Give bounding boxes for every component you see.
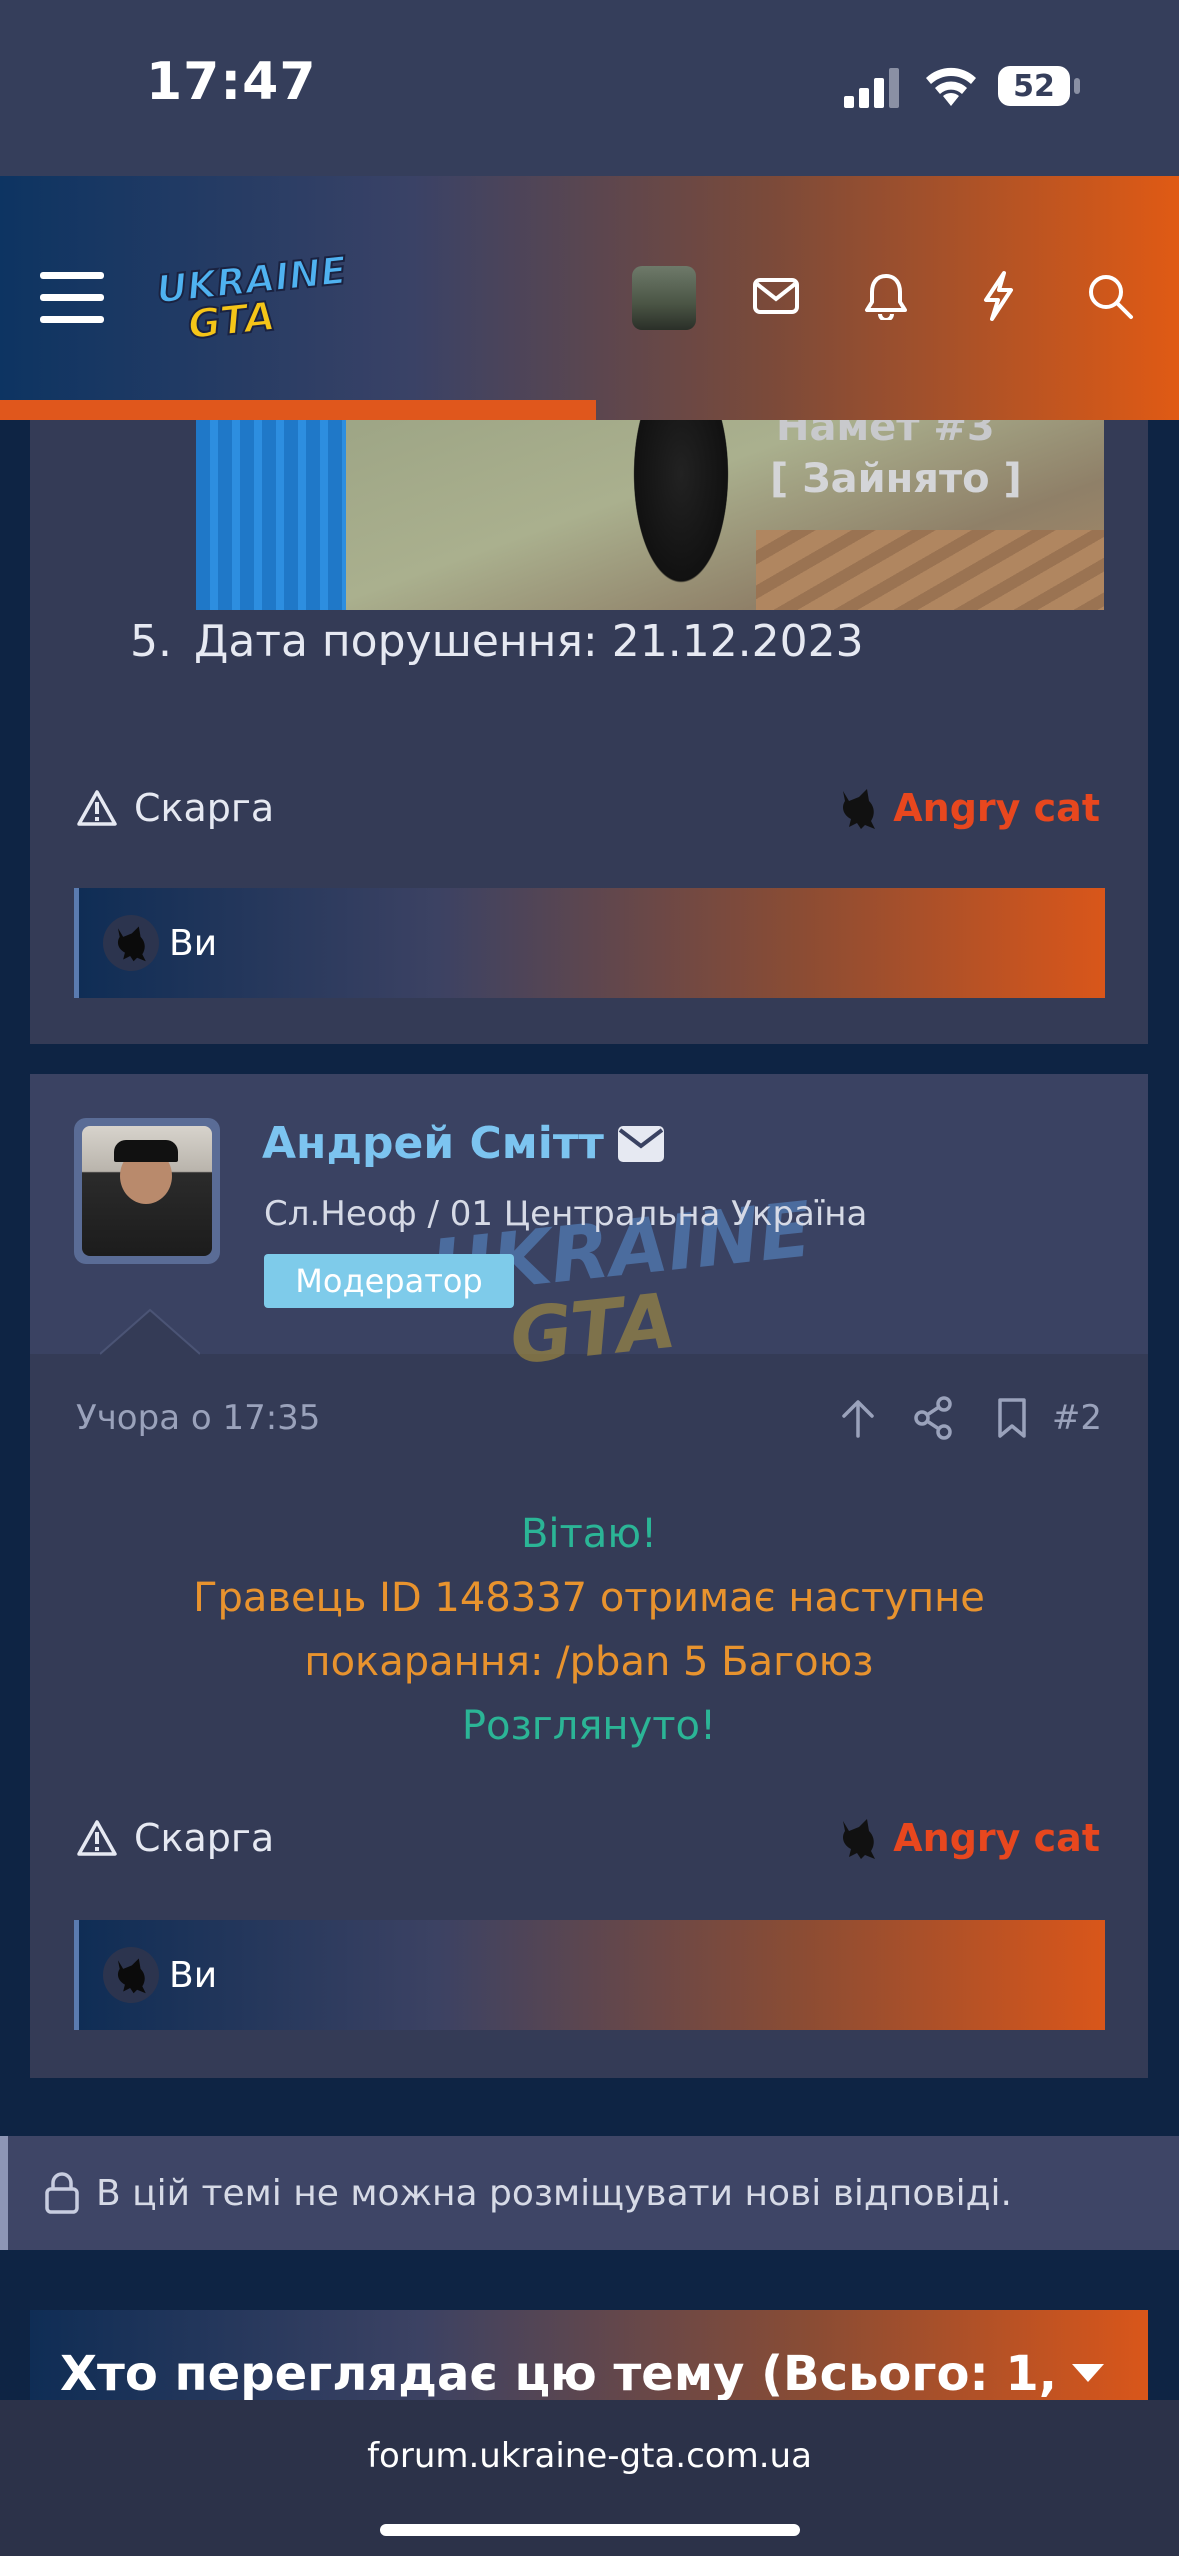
locked-notice: В цій темі не можна розміщувати нові від… [0, 2136, 1179, 2250]
warning-icon [77, 790, 117, 826]
reactions-bar[interactable]: Ви [74, 1920, 1105, 2030]
reaction-username: Angry cat [893, 786, 1100, 830]
post-attached-image[interactable]: Намет #3 [ Зайнято ] [196, 420, 1104, 610]
status-bar: 17:47 52 [0, 0, 1179, 176]
reaction-avatar [103, 915, 159, 971]
menu-icon [40, 272, 104, 323]
post-body-line2: Гравець ID 148337 отримає наступне [193, 1575, 985, 1621]
image-wooden-crate [756, 530, 1104, 610]
image-text-tent: Намет #3 [776, 420, 995, 450]
report-label: Скарга [134, 1816, 275, 1860]
bookmark-icon[interactable] [996, 1396, 1028, 1440]
arrow-up-icon[interactable] [838, 1396, 878, 1440]
role-badge-label: Модератор [295, 1262, 483, 1300]
author-avatar[interactable] [74, 1118, 220, 1264]
battery-icon: 52 [998, 66, 1070, 106]
logo-bottom: GTA [185, 293, 279, 350]
warning-icon [77, 1820, 117, 1856]
post-body-greeting: Вітаю! [520, 1511, 658, 1557]
alerts-button[interactable] [854, 262, 918, 330]
menu-button[interactable] [36, 262, 108, 334]
image-blue-container [196, 420, 346, 610]
viewers-title: Хто переглядає цю тему (Всього: 1, [60, 2346, 1057, 2402]
status-time: 17:47 [146, 52, 317, 112]
site-logo[interactable]: UKRAINE GTA [152, 247, 349, 350]
list-item-violation-date: Дата порушення: 21.12.2023 [194, 616, 864, 667]
role-badge: Модератор [264, 1254, 514, 1308]
whats-new-button[interactable] [966, 262, 1030, 330]
author-title: Сл.Неоф / 01 Центральна Україна [264, 1194, 868, 1234]
reactions-bar[interactable]: Ви [74, 888, 1105, 998]
report-label: Скарга [134, 786, 275, 830]
header-progress-bar [0, 400, 596, 420]
post-body-status: Розглянуто! [461, 1703, 717, 1749]
list-number: 5. [130, 616, 172, 667]
post-number[interactable]: #2 [1052, 1398, 1102, 1438]
lock-icon [45, 2172, 79, 2214]
envelope-icon[interactable] [617, 1125, 664, 1162]
reaction-username: Angry cat [893, 1816, 1100, 1860]
browser-address-bar[interactable]: forum.ukraine-gta.com.ua [0, 2400, 1179, 2556]
site-header: UKRAINE GTA [0, 176, 1179, 420]
author-name[interactable]: Андрей Смітт [262, 1118, 604, 1169]
cat-icon [843, 789, 876, 829]
user-avatar[interactable] [632, 266, 696, 330]
wifi-icon [926, 67, 976, 106]
share-icon[interactable] [912, 1396, 954, 1440]
post-timestamp[interactable]: Учора о 17:35 [76, 1398, 320, 1438]
reactions-by-label: Ви [169, 1954, 218, 1996]
lightning-icon [984, 271, 1013, 321]
search-button[interactable] [1076, 262, 1144, 330]
reaction-user-link[interactable]: Angry cat [835, 780, 1100, 836]
image-text-occupied: [ Зайнято ] [770, 456, 1022, 502]
chevron-down-icon[interactable] [1068, 2360, 1108, 2386]
locked-notice-text: В цій темі не можна розміщувати нові від… [96, 2172, 1012, 2214]
reactions-by-label: Ви [169, 922, 218, 964]
battery-tip [1074, 78, 1080, 94]
battery-level: 52 [1013, 68, 1055, 104]
envelope-icon [753, 278, 799, 314]
browser-url[interactable]: forum.ukraine-gta.com.ua [0, 2436, 1179, 2476]
post-body: Вітаю! Гравець ID 148337 отримає наступн… [30, 1502, 1148, 1758]
image-character [626, 420, 736, 600]
report-link[interactable]: Скарга [76, 780, 274, 836]
cat-icon [117, 1958, 146, 1994]
inbox-button[interactable] [744, 264, 808, 328]
reaction-user-link[interactable]: Angry cat [835, 1810, 1100, 1866]
reaction-avatar [103, 1947, 159, 2003]
author-pointer [100, 1308, 200, 1355]
post-1: Намет #3 [ Зайнято ] 5. Дата порушення: … [30, 420, 1148, 1044]
post-2: UKRAINE GTA Андрей Смітт Сл.Неоф / 01 Це… [30, 1074, 1148, 2078]
home-indicator [380, 2524, 800, 2536]
signal-icon [844, 68, 899, 108]
watermark-bottom: GTA [505, 1275, 681, 1382]
cat-icon [117, 926, 146, 962]
bell-icon [865, 274, 907, 320]
search-icon [1089, 275, 1133, 319]
report-link[interactable]: Скарга [76, 1810, 274, 1866]
cat-icon [843, 1819, 876, 1859]
post-body-line3: покарання: /pban 5 Багоюз [304, 1639, 874, 1685]
author-name-row: Андрей Смітт [262, 1118, 664, 1169]
